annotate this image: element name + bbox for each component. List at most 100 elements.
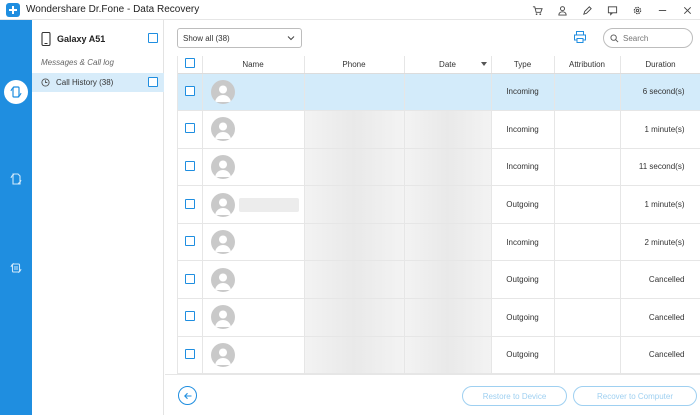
phone-icon bbox=[41, 32, 51, 46]
filter-value: Show all (38) bbox=[183, 33, 230, 43]
avatar bbox=[210, 192, 235, 217]
phone-cell-redacted bbox=[304, 298, 405, 337]
table-row[interactable]: Incoming 2 minute(s) bbox=[178, 223, 700, 262]
avatar bbox=[210, 117, 235, 142]
duration-cell: 1 minute(s) bbox=[620, 185, 700, 224]
type-cell: Incoming bbox=[491, 73, 555, 112]
clock-icon bbox=[41, 78, 50, 87]
col-attribution[interactable]: Attribution bbox=[554, 56, 621, 74]
chat-icon[interactable] bbox=[600, 0, 625, 20]
name-cell bbox=[202, 298, 305, 337]
phone-cell-redacted bbox=[304, 336, 405, 374]
sidebar-item-label: Call History (38) bbox=[56, 78, 114, 87]
col-duration[interactable]: Duration bbox=[620, 56, 700, 74]
cart-icon[interactable] bbox=[525, 0, 550, 20]
attribution-cell bbox=[554, 148, 621, 187]
select-all-cell bbox=[178, 56, 203, 74]
recover-to-computer-button[interactable]: Recover to Computer bbox=[573, 386, 697, 406]
phone-cell-redacted bbox=[304, 148, 405, 187]
row-checkbox[interactable] bbox=[184, 123, 195, 134]
row-check-cell bbox=[178, 185, 203, 224]
call-history-table: Name Phone Date Type Attribution Duratio… bbox=[177, 56, 700, 374]
type-cell: Incoming bbox=[491, 223, 555, 262]
attribution-cell bbox=[554, 260, 621, 300]
search-box[interactable] bbox=[603, 28, 693, 48]
table-row[interactable]: Outgoing Cancelled bbox=[178, 260, 700, 300]
row-checkbox[interactable] bbox=[184, 311, 195, 322]
name-cell bbox=[202, 336, 305, 374]
row-check-cell bbox=[178, 260, 203, 300]
restore-to-device-button[interactable]: Restore to Device bbox=[462, 386, 567, 406]
search-input[interactable] bbox=[623, 33, 683, 43]
sidebar: Galaxy A51 Messages & Call log Call Hist… bbox=[32, 20, 164, 415]
duration-cell: Cancelled bbox=[620, 336, 700, 374]
row-check-cell bbox=[178, 336, 203, 374]
close-icon[interactable] bbox=[675, 0, 700, 20]
table-row[interactable]: Incoming 6 second(s) bbox=[178, 73, 700, 112]
select-all-checkbox[interactable] bbox=[184, 58, 195, 69]
name-cell bbox=[202, 185, 305, 224]
arrow-left-icon bbox=[183, 392, 191, 399]
table-row[interactable]: Outgoing 1 minute(s) bbox=[178, 185, 700, 224]
row-checkbox[interactable] bbox=[184, 160, 195, 171]
device-row[interactable]: Galaxy A51 bbox=[32, 28, 164, 50]
duration-cell: Cancelled bbox=[620, 298, 700, 337]
attribution-cell bbox=[554, 223, 621, 262]
row-checkbox[interactable] bbox=[184, 198, 195, 209]
attribution-cell bbox=[554, 298, 621, 337]
rail-recover-sd[interactable] bbox=[0, 163, 32, 195]
avatar bbox=[210, 79, 235, 104]
phone-cell-redacted bbox=[304, 110, 405, 149]
row-checkbox[interactable] bbox=[184, 236, 195, 247]
attribution-cell bbox=[554, 336, 621, 374]
recover-sd-icon bbox=[5, 168, 27, 190]
table-row[interactable]: Outgoing Cancelled bbox=[178, 298, 700, 337]
row-check-cell bbox=[178, 73, 203, 112]
chevron-down-icon bbox=[287, 36, 295, 41]
col-name[interactable]: Name bbox=[202, 56, 305, 74]
col-type[interactable]: Type bbox=[491, 56, 555, 74]
filter-dropdown[interactable]: Show all (38) bbox=[177, 28, 302, 48]
device-checkbox[interactable] bbox=[148, 33, 158, 43]
table-header: Name Phone Date Type Attribution Duratio… bbox=[178, 56, 700, 74]
row-checkbox[interactable] bbox=[184, 273, 195, 284]
category-checkbox[interactable] bbox=[148, 77, 158, 87]
name-cell bbox=[202, 110, 305, 149]
row-checkbox[interactable] bbox=[184, 348, 195, 359]
rail-recover-backup[interactable] bbox=[0, 252, 32, 284]
row-check-cell bbox=[178, 148, 203, 187]
table-row[interactable]: Outgoing Cancelled bbox=[178, 336, 700, 374]
row-check-cell bbox=[178, 110, 203, 149]
row-check-cell bbox=[178, 298, 203, 337]
pencil-icon[interactable] bbox=[575, 0, 600, 20]
duration-cell: Cancelled bbox=[620, 260, 700, 300]
table-row[interactable]: Incoming 1 minute(s) bbox=[178, 110, 700, 149]
type-cell: Incoming bbox=[491, 148, 555, 187]
phone-cell-redacted bbox=[304, 185, 405, 224]
row-check-cell bbox=[178, 223, 203, 262]
avatar bbox=[210, 267, 235, 292]
name-cell bbox=[202, 73, 305, 112]
duration-cell: 11 second(s) bbox=[620, 148, 700, 187]
avatar bbox=[210, 342, 235, 367]
mode-rail bbox=[0, 20, 32, 415]
back-button[interactable] bbox=[178, 386, 197, 405]
date-cell-redacted bbox=[404, 73, 492, 112]
type-cell: Outgoing bbox=[491, 260, 555, 300]
rail-recover-device[interactable] bbox=[0, 76, 32, 108]
date-cell-redacted bbox=[404, 336, 492, 374]
minimize-icon[interactable] bbox=[650, 0, 675, 20]
name-cell bbox=[202, 260, 305, 300]
settings-icon[interactable] bbox=[625, 0, 650, 20]
col-phone[interactable]: Phone bbox=[304, 56, 405, 74]
row-checkbox[interactable] bbox=[184, 85, 195, 96]
user-icon[interactable] bbox=[550, 0, 575, 20]
phone-cell-redacted bbox=[304, 73, 405, 112]
sidebar-item-call-history[interactable]: Call History (38) bbox=[32, 73, 164, 92]
col-date[interactable]: Date bbox=[404, 56, 492, 74]
avatar bbox=[210, 230, 235, 255]
title-bar: Wondershare Dr.Fone - Data Recovery bbox=[0, 0, 700, 20]
print-icon[interactable] bbox=[573, 30, 587, 44]
duration-cell: 2 minute(s) bbox=[620, 223, 700, 262]
table-row[interactable]: Incoming 11 second(s) bbox=[178, 148, 700, 187]
